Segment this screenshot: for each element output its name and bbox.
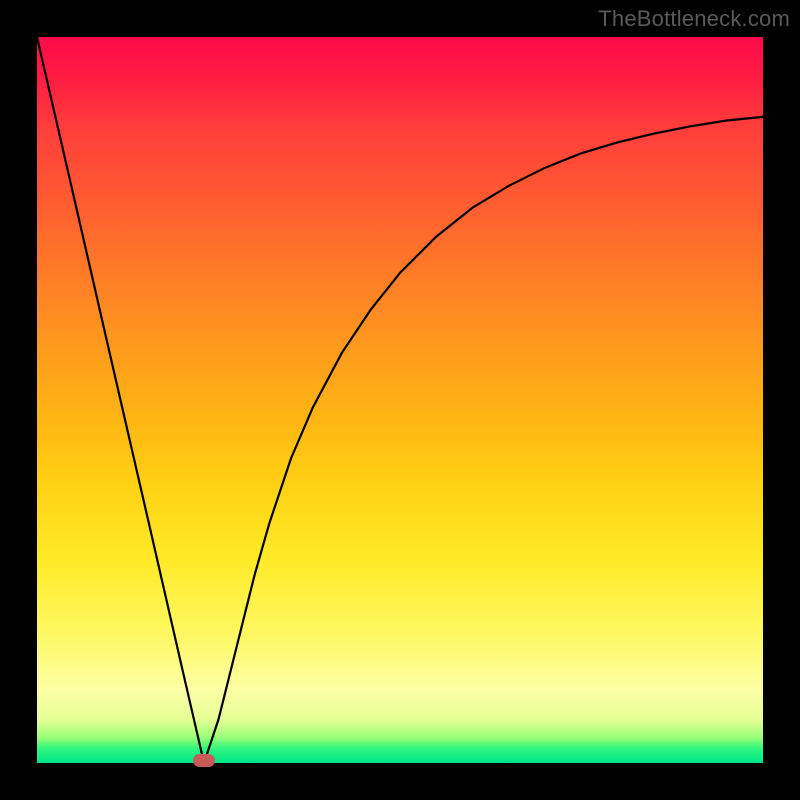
chart-marker xyxy=(193,754,215,767)
bottleneck-curve xyxy=(37,37,763,763)
watermark-text: TheBottleneck.com xyxy=(598,6,790,32)
chart-plot-area xyxy=(37,37,763,763)
chart-frame: TheBottleneck.com xyxy=(0,0,800,800)
chart-curve-svg xyxy=(37,37,763,763)
